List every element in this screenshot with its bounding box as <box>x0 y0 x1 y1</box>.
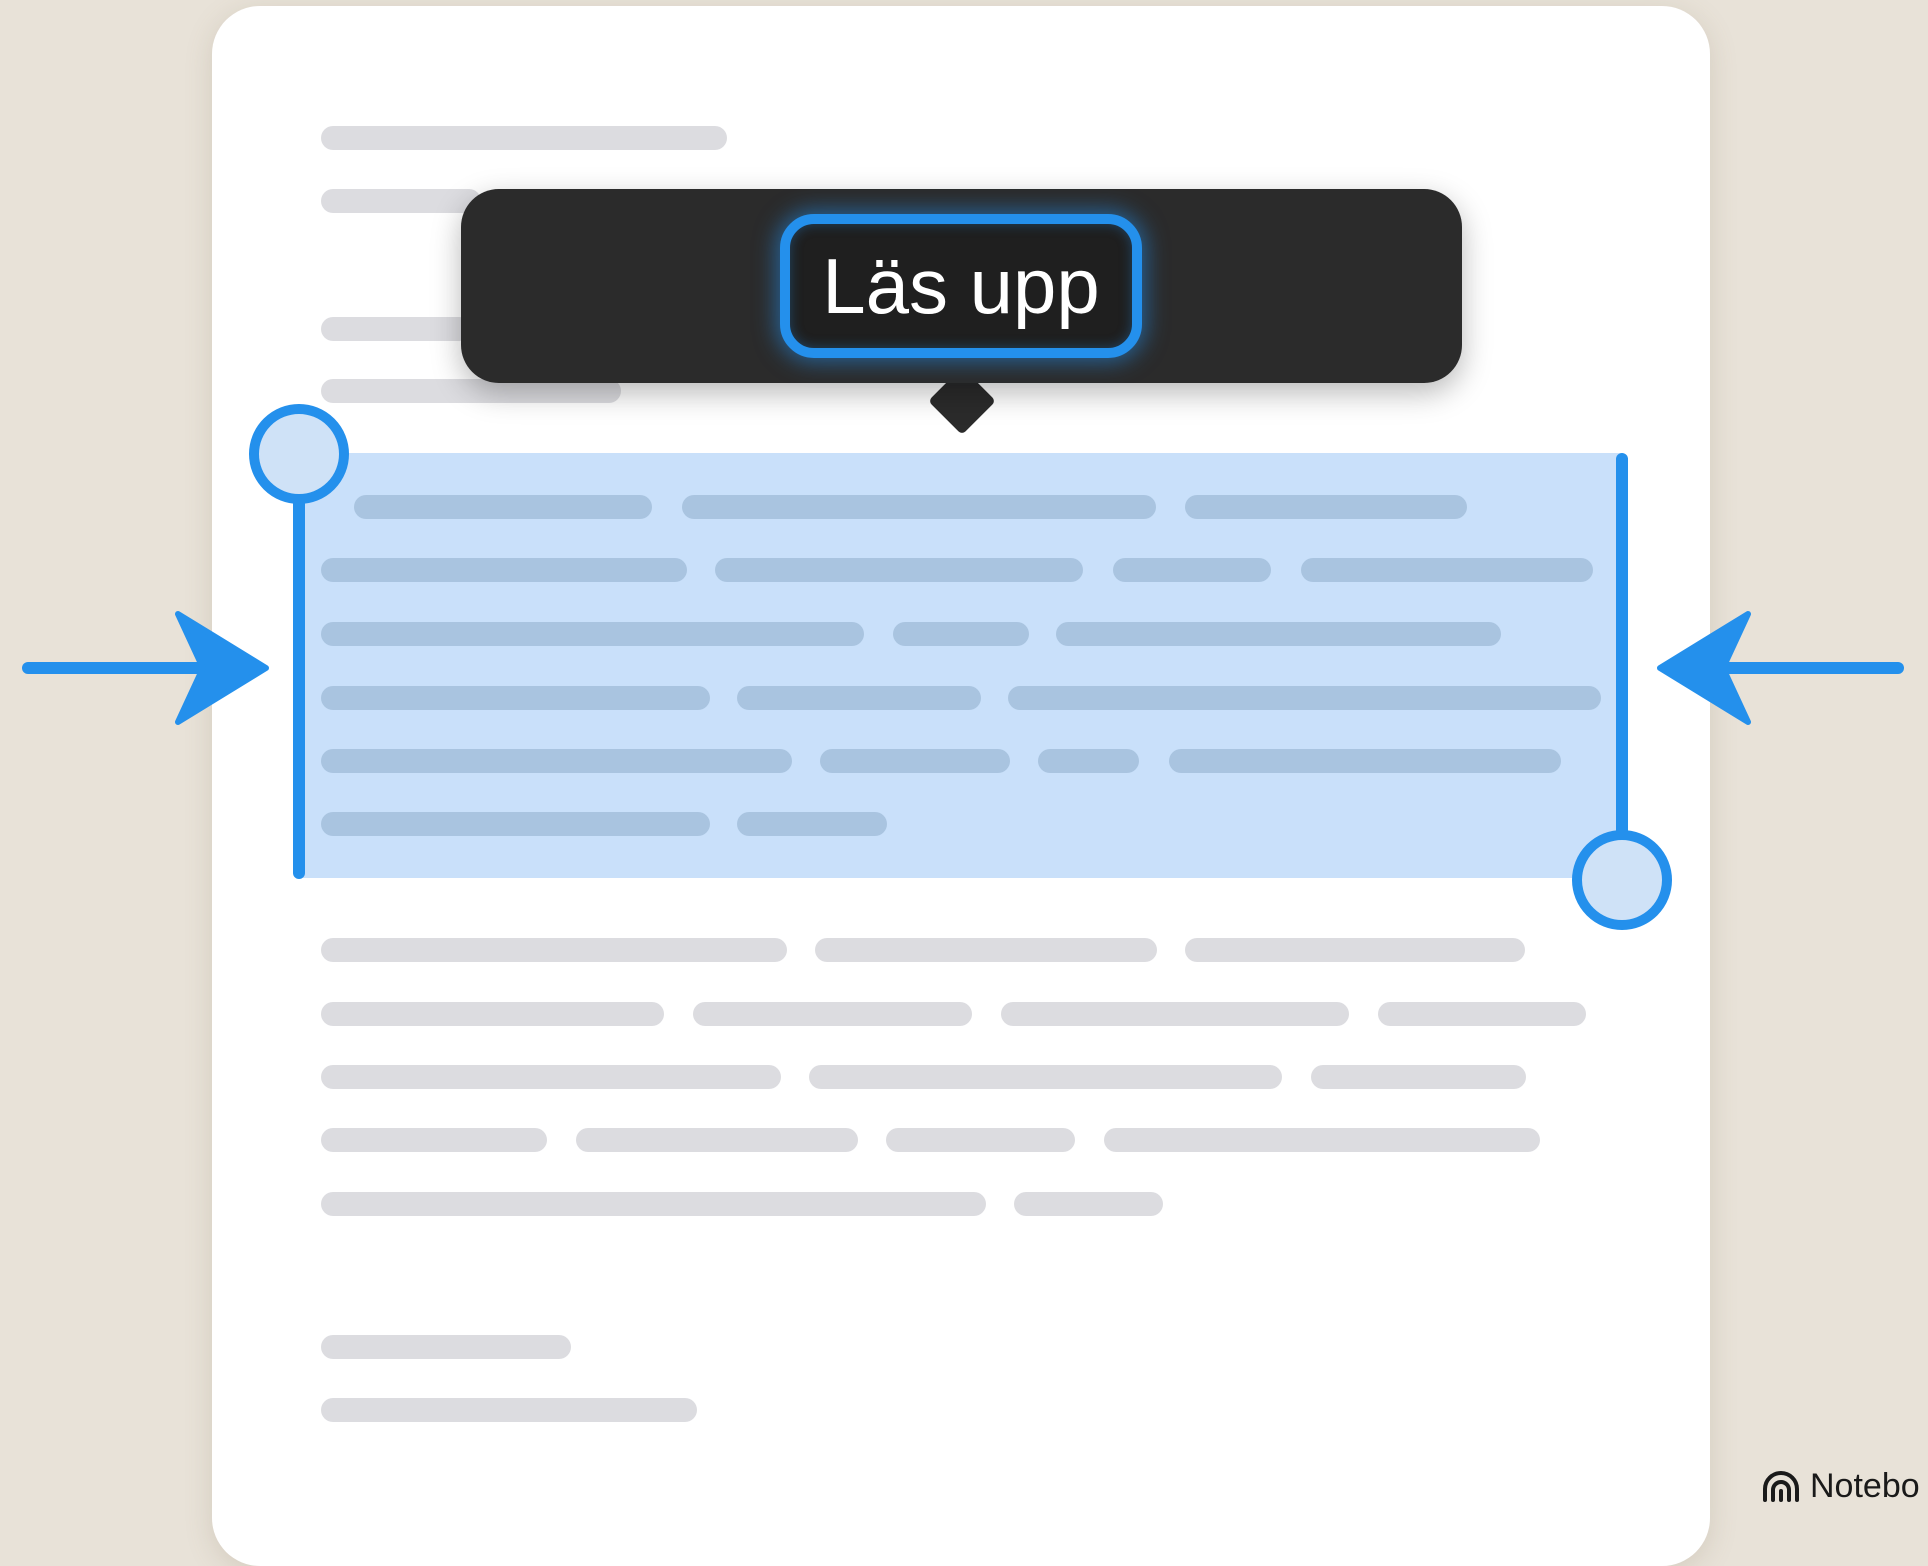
arrow-left-icon <box>1657 611 1904 725</box>
text-line <box>1104 1128 1540 1152</box>
text-line <box>815 938 1157 962</box>
text-line <box>886 1128 1075 1152</box>
stage: Läs upp Notebo <box>0 0 1928 1566</box>
selected-text-line <box>321 812 710 836</box>
text-line <box>321 1335 571 1359</box>
text-line <box>321 1128 547 1152</box>
brand-watermark: Notebo <box>1762 1464 1920 1508</box>
selected-text-line <box>321 749 792 773</box>
selected-text-line <box>1185 495 1467 519</box>
selected-text-line <box>1008 686 1601 710</box>
text-line <box>321 317 471 341</box>
selection-start-handle[interactable] <box>249 404 349 504</box>
selected-text-line <box>737 686 981 710</box>
text-line <box>1378 1002 1586 1026</box>
text-line <box>321 126 727 150</box>
text-line <box>809 1065 1282 1089</box>
selected-text-line <box>715 558 1083 582</box>
selected-text-line <box>321 686 710 710</box>
selection-start-bar <box>293 453 305 879</box>
text-line <box>576 1128 858 1152</box>
selection-end-handle[interactable] <box>1572 830 1672 930</box>
brand-name: Notebo <box>1810 1466 1920 1505</box>
selected-text-line <box>737 812 887 836</box>
selected-text-line <box>682 495 1156 519</box>
text-line <box>1185 938 1525 962</box>
selected-text-line <box>1169 749 1561 773</box>
read-aloud-button[interactable]: Läs upp <box>780 214 1142 358</box>
text-line <box>321 1398 697 1422</box>
selected-text-line <box>1113 558 1271 582</box>
arrow-right-icon <box>22 611 269 725</box>
selected-text-line <box>820 749 1010 773</box>
text-line <box>693 1002 972 1026</box>
text-line <box>1001 1002 1349 1026</box>
selected-text-line <box>893 622 1029 646</box>
text-line <box>321 1065 781 1089</box>
text-line <box>321 1192 986 1216</box>
selected-text-line <box>1038 749 1139 773</box>
notebook-logo-icon <box>1763 1471 1799 1502</box>
text-line <box>321 1002 664 1026</box>
text-line <box>1014 1192 1163 1216</box>
text-line <box>321 189 481 213</box>
selected-text-line <box>1056 622 1501 646</box>
selected-text-line <box>354 495 652 519</box>
text-line <box>1311 1065 1526 1089</box>
selected-text-line <box>321 622 864 646</box>
selected-text-line <box>321 558 687 582</box>
selection-end-bar <box>1616 453 1628 845</box>
selected-text-line <box>1301 558 1593 582</box>
text-line <box>321 938 787 962</box>
